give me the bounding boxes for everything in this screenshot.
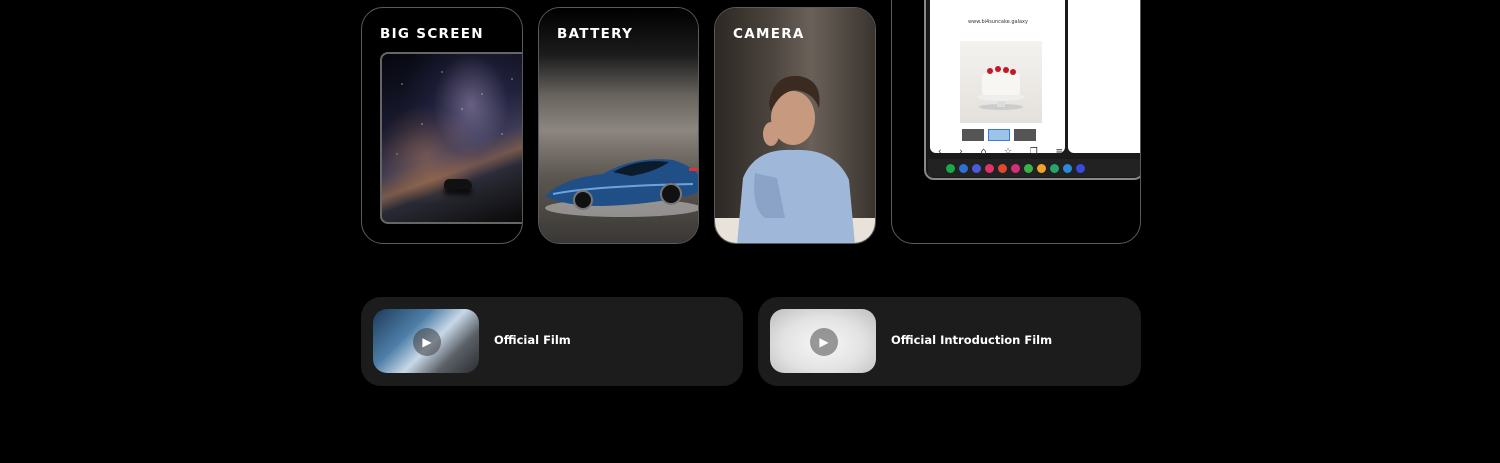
multitask-card[interactable]: www.bi4suncake.galaxy ‹ › ⌂ ☆ ❐ ≡ xyxy=(891,0,1141,244)
play-icon[interactable]: ▶ xyxy=(413,328,441,356)
sports-car-image xyxy=(545,159,698,217)
introduction-film-thumbnail[interactable]: ▶ xyxy=(770,309,876,373)
app-dock xyxy=(928,159,1140,177)
official-introduction-film-card[interactable]: ▶ Official Introduction Film xyxy=(758,297,1141,386)
card-title: BIG SCREEN xyxy=(380,26,484,42)
official-film-card[interactable]: ▶ Official Film xyxy=(361,297,743,386)
camera-card[interactable]: CAMERA xyxy=(714,7,876,244)
film-title[interactable]: Official Film xyxy=(494,333,571,347)
card-title: BATTERY xyxy=(557,26,634,42)
play-icon[interactable]: ▶ xyxy=(810,328,838,356)
browser-nav-icons: ‹ › ⌂ ☆ ❐ ≡ xyxy=(938,147,1063,157)
official-film-thumbnail[interactable]: ▶ xyxy=(373,309,479,373)
big-screen-image xyxy=(380,52,522,224)
card-title: CAMERA xyxy=(733,26,805,42)
url-bar: www.bi4suncake.galaxy xyxy=(968,19,1028,25)
cake-image xyxy=(960,41,1042,123)
foldable-tablet-image: www.bi4suncake.galaxy ‹ › ⌂ ☆ ❐ ≡ xyxy=(924,0,1140,180)
big-screen-card[interactable]: BIG SCREEN xyxy=(361,7,523,244)
film-title[interactable]: Official Introduction Film xyxy=(891,333,1052,347)
thumbnail-strip xyxy=(962,129,1036,141)
portrait-image xyxy=(715,75,875,243)
battery-card[interactable]: BATTERY xyxy=(538,7,699,244)
